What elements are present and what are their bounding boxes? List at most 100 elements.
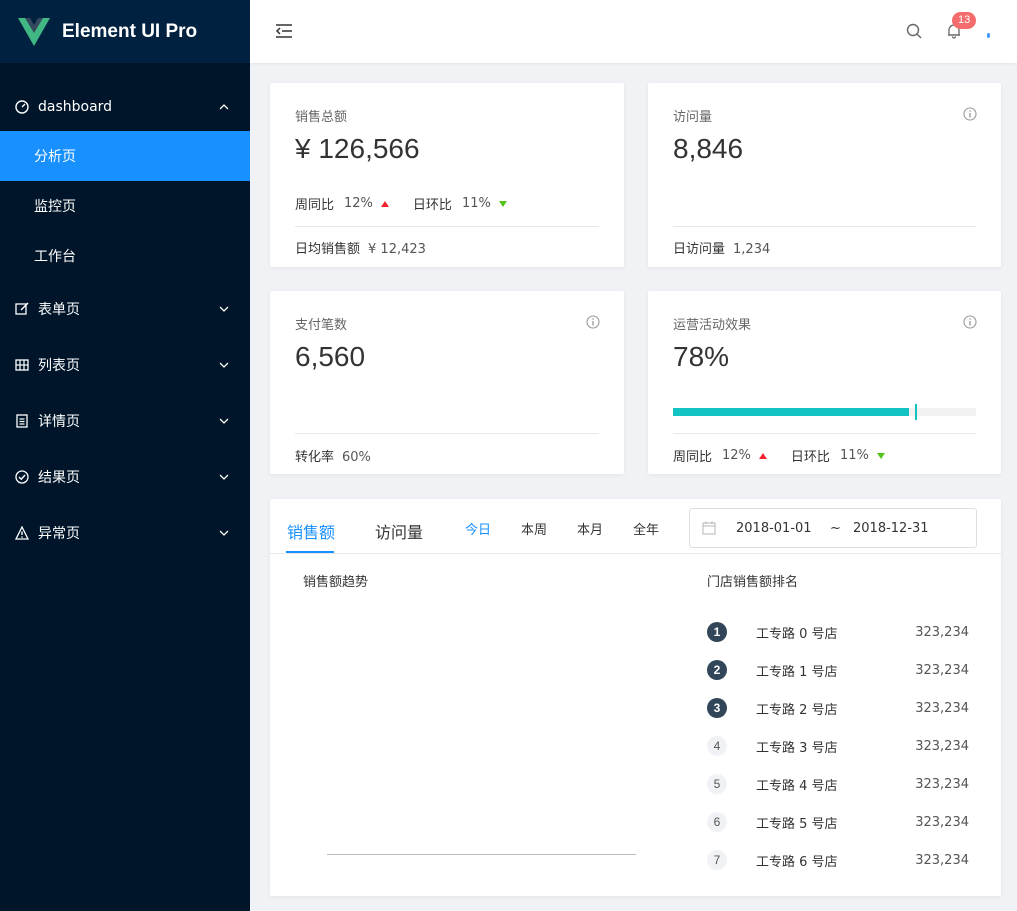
card-divider: [295, 226, 599, 227]
date-range-picker[interactable]: 2018-01-01 ~ 2018-12-31: [689, 508, 977, 548]
menu-analysis-label: 分析页: [34, 149, 76, 165]
caret-down-icon: [498, 200, 507, 207]
info-circle-icon[interactable]: [963, 315, 977, 329]
store-name: 工专路 2 号店: [756, 702, 838, 718]
card-title: 运营活动效果: [673, 318, 752, 333]
range-today[interactable]: 今日: [465, 519, 491, 538]
chevron-down-icon: [219, 362, 229, 368]
store-name: 工专路 6 号店: [756, 854, 838, 870]
edit-icon: [14, 301, 30, 317]
menu-profile[interactable]: 详情页: [0, 393, 250, 449]
chevron-down-icon: [219, 306, 229, 312]
store-sales-value: 323,234: [915, 624, 969, 640]
caret-up-icon: [380, 200, 389, 207]
card-value: ¥ 126,566: [295, 133, 420, 164]
list-item: 5 工专路 4 号店 323,234: [707, 765, 969, 803]
app-title: Element UI Pro: [62, 20, 198, 42]
store-name: 工专路 1 号店: [756, 664, 838, 680]
week-compare-value: 12%: [722, 448, 751, 463]
end-date[interactable]: 2018-12-31: [853, 521, 929, 536]
store-name: 工专路 0 号店: [756, 626, 838, 642]
menu-dashboard[interactable]: dashboard: [0, 83, 250, 131]
menu-monitor[interactable]: 监控页: [0, 181, 250, 231]
menu-analysis[interactable]: 分析页: [0, 131, 250, 181]
sales-tabs-bar: 销售额 访问量 今日 本周 本月 全年 2018-01-01 ~ 2018-12…: [270, 499, 1001, 554]
list-item: 6 工专路 5 号店 323,234: [707, 803, 969, 841]
chevron-up-icon: [219, 104, 229, 110]
tab-ink-bar: [286, 551, 334, 553]
range-week[interactable]: 本周: [521, 519, 547, 538]
rank-number: 1: [707, 622, 727, 642]
footer-label: 日访问量: [673, 242, 726, 257]
store-ranking-list: 1 工专路 0 号店 323,234 2 工专路 1 号店 323,234 3 工专路 2 号…: [707, 613, 969, 879]
day-compare-label: 日环比: [790, 450, 830, 465]
side-menu: dashboard 分析页 监控页 工作台 表单页 列表页 详情页 结果页 异常…: [0, 63, 250, 561]
footer-value: 60%: [342, 450, 371, 465]
vue-logo-icon: [18, 17, 50, 46]
list-item: 3 工专路 2 号店 323,234: [707, 689, 969, 727]
list-item: 4 工专路 3 号店 323,234: [707, 727, 969, 765]
menu-form-label: 表单页: [38, 302, 80, 318]
tab-visits[interactable]: 访问量: [375, 519, 423, 543]
menu-workplace[interactable]: 工作台: [0, 231, 250, 281]
list-item: 2 工专路 1 号店 323,234: [707, 651, 969, 689]
info-circle-icon[interactable]: [586, 315, 600, 329]
check-circle-icon: [14, 469, 30, 485]
rank-number: 3: [707, 698, 727, 718]
avatar[interactable]: [987, 33, 990, 38]
card-title: 访问量: [673, 110, 713, 125]
menu-monitor-label: 监控页: [34, 199, 76, 215]
card-title: 支付笔数: [295, 318, 348, 333]
info-circle-icon[interactable]: [963, 107, 977, 121]
week-compare-label: 周同比: [673, 450, 713, 465]
menu-list[interactable]: 列表页: [0, 337, 250, 393]
store-ranking-title: 门店销售额排名: [707, 575, 799, 590]
chevron-down-icon: [219, 530, 229, 536]
notification-badge: 13: [952, 12, 977, 29]
rank-number: 2: [707, 660, 727, 680]
card-divider: [673, 226, 976, 227]
table-icon: [14, 357, 30, 373]
progress-bar: [673, 404, 976, 420]
logo-bar[interactable]: Element UI Pro: [0, 0, 250, 63]
range-year[interactable]: 全年: [633, 519, 659, 538]
store-name: 工专路 5 号店: [756, 816, 838, 832]
rank-number: 5: [707, 774, 727, 794]
range-month[interactable]: 本月: [577, 519, 603, 538]
rank-number: 6: [707, 812, 727, 832]
week-compare-label: 周同比: [295, 198, 335, 213]
operations-card: 运营活动效果 78% 周同比 12% 日环比 11%: [648, 291, 1001, 474]
calendar-icon: [702, 521, 716, 535]
caret-down-icon: [876, 452, 885, 459]
store-sales-value: 323,234: [915, 814, 969, 830]
menu-fold-icon[interactable]: [275, 22, 293, 40]
menu-workplace-label: 工作台: [34, 249, 76, 265]
warning-icon: [14, 525, 30, 541]
menu-list-label: 列表页: [38, 358, 80, 374]
footer-value: ¥ 12,423: [368, 242, 426, 257]
sidebar: Element UI Pro dashboard 分析页 监控页 工作台 表单页…: [0, 0, 250, 911]
card-value: 78%: [673, 341, 730, 372]
menu-exception-label: 异常页: [38, 526, 80, 542]
sales-total-card: 销售总额 ¥ 126,566 周同比 12% 日环比 11% 日均销售额 ¥ 12…: [270, 83, 624, 267]
caret-up-icon: [758, 452, 767, 459]
card-divider: [673, 433, 976, 434]
progress-target-marker: [915, 404, 918, 420]
dashboard-icon: [14, 99, 30, 115]
menu-result[interactable]: 结果页: [0, 449, 250, 505]
week-compare-value: 12%: [344, 196, 373, 211]
menu-form[interactable]: 表单页: [0, 281, 250, 337]
progress-fill: [673, 408, 910, 416]
search-icon[interactable]: [906, 23, 922, 39]
card-footer: 日访问量 1,234: [673, 238, 770, 257]
footer-label: 转化率: [295, 450, 335, 465]
start-date[interactable]: 2018-01-01: [736, 521, 812, 536]
menu-exception[interactable]: 异常页: [0, 505, 250, 561]
visits-card: 访问量 8,846 日访问量 1,234: [648, 83, 1001, 267]
menu-profile-label: 详情页: [38, 414, 80, 430]
trend-row: 周同比 12% 日环比 11%: [673, 446, 885, 465]
chevron-down-icon: [219, 418, 229, 424]
tab-sales[interactable]: 销售额: [287, 519, 335, 543]
menu-result-label: 结果页: [38, 470, 80, 486]
card-divider: [295, 433, 599, 434]
